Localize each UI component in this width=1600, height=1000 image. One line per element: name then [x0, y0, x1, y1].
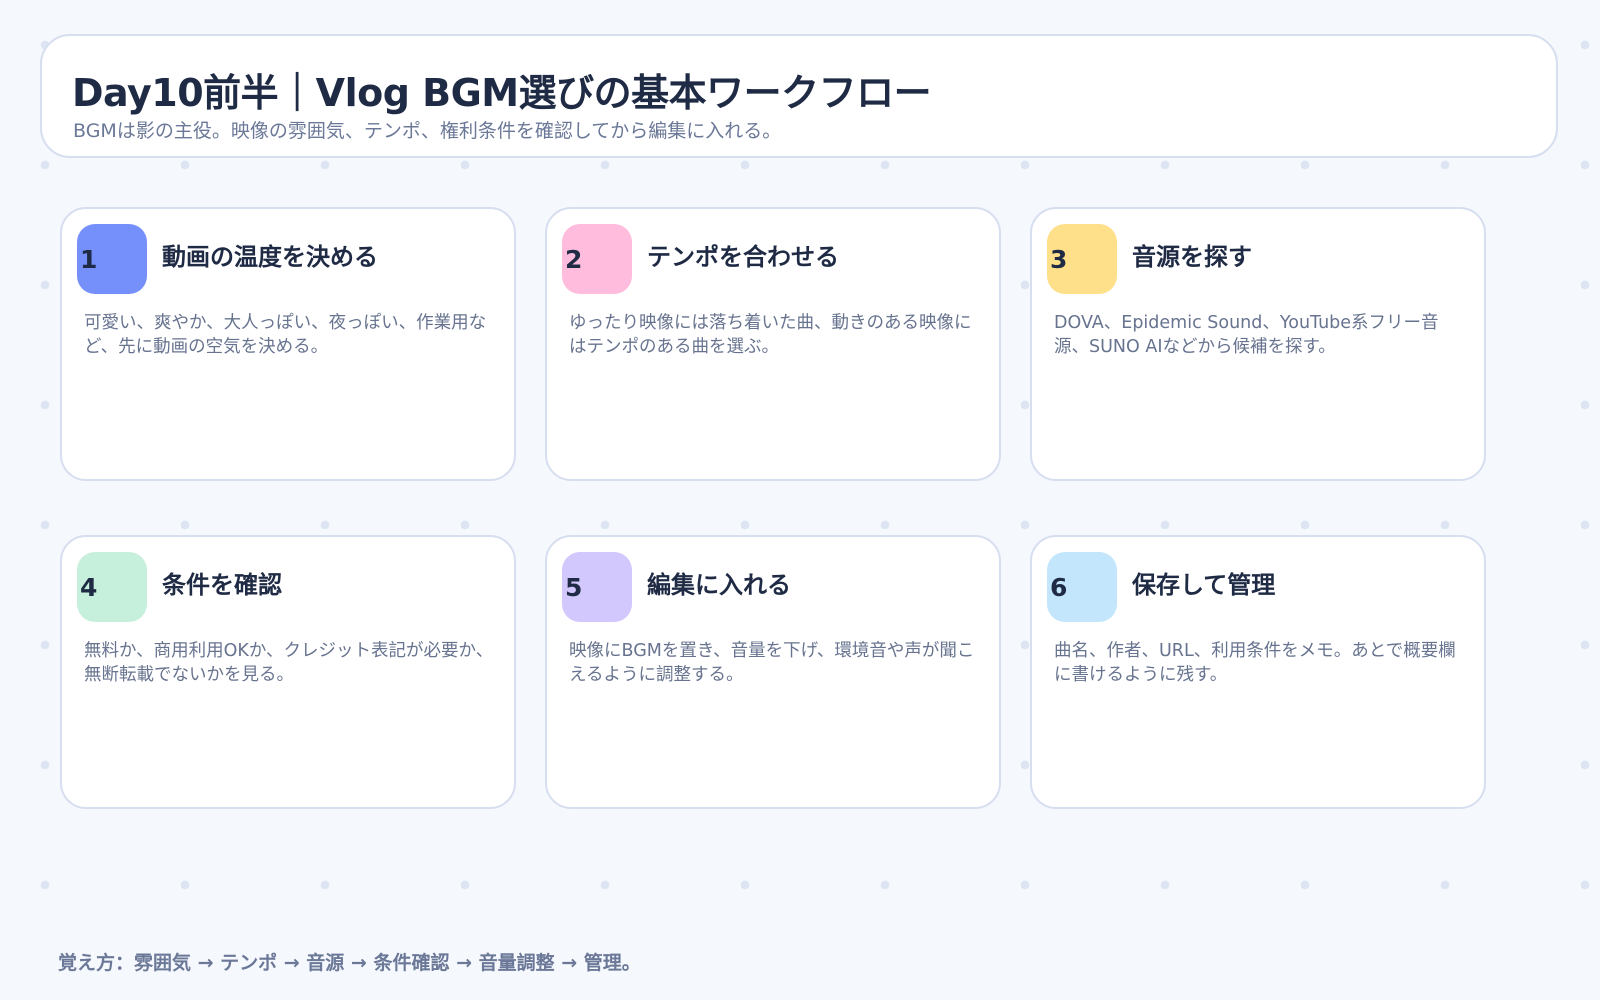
mnemonic-footer: 覚え方：雰囲気 → テンポ → 音源 → 条件確認 → 音量調整 → 管理。 — [58, 952, 641, 974]
step-card-6: 6 保存して管理 曲名、作者、URL、利用条件をメモ。あとで概要欄に書けるように… — [1030, 535, 1486, 809]
step-card-5: 5 編集に入れる 映像にBGMを置き、音量を下げ、環境音や声が聞こえるように調整… — [545, 535, 1001, 809]
step-number-6: 6 — [1050, 573, 1068, 602]
step-description-6: 曲名、作者、URL、利用条件をメモ。あとで概要欄に書けるように残す。 — [1054, 641, 1456, 685]
step-title-2: テンポを合わせる — [647, 243, 839, 271]
step-description-4: 無料か、商用利用OKか、クレジット表記が必要か、無断転載でないかを見る。 — [84, 641, 494, 685]
step-number-2: 2 — [565, 245, 583, 274]
page-title: Day10前半｜Vlog BGM選びの基本ワークフロー — [72, 71, 932, 115]
step-description-3: DOVA、Epidemic Sound、YouTube系フリー音源、SUNO A… — [1054, 313, 1439, 357]
step-description-1: 可愛い、爽やか、大人っぽい、夜っぽい、作業用など、先に動画の空気を決める。 — [84, 313, 487, 357]
step-description-2: ゆったり映像には落ち着いた曲、動きのある映像にはテンポのある曲を選ぶ。 — [569, 313, 972, 357]
step-number-5: 5 — [565, 573, 583, 602]
step-card-4: 4 条件を確認 無料か、商用利用OKか、クレジット表記が必要か、無断転載でないか… — [60, 535, 516, 809]
step-number-1: 1 — [80, 245, 98, 274]
step-number-4: 4 — [80, 573, 98, 602]
step-number-3: 3 — [1050, 245, 1068, 274]
header-panel: Day10前半｜Vlog BGM選びの基本ワークフロー BGMは影の主役。映像の… — [40, 34, 1558, 158]
step-title-3: 音源を探す — [1132, 243, 1252, 271]
step-title-6: 保存して管理 — [1132, 571, 1276, 599]
step-description-5: 映像にBGMを置き、音量を下げ、環境音や声が聞こえるように調整する。 — [569, 641, 975, 685]
page-subtitle: BGMは影の主役。映像の雰囲気、テンポ、権利条件を確認してから編集に入れる。 — [73, 120, 782, 142]
step-card-3: 3 音源を探す DOVA、Epidemic Sound、YouTube系フリー音… — [1030, 207, 1486, 481]
step-card-1: 1 動画の温度を決める 可愛い、爽やか、大人っぽい、夜っぽい、作業用など、先に動… — [60, 207, 516, 481]
step-title-4: 条件を確認 — [162, 571, 282, 599]
step-title-5: 編集に入れる — [647, 571, 791, 599]
step-title-1: 動画の温度を決める — [162, 243, 378, 271]
step-card-2: 2 テンポを合わせる ゆったり映像には落ち着いた曲、動きのある映像にはテンポのあ… — [545, 207, 1001, 481]
